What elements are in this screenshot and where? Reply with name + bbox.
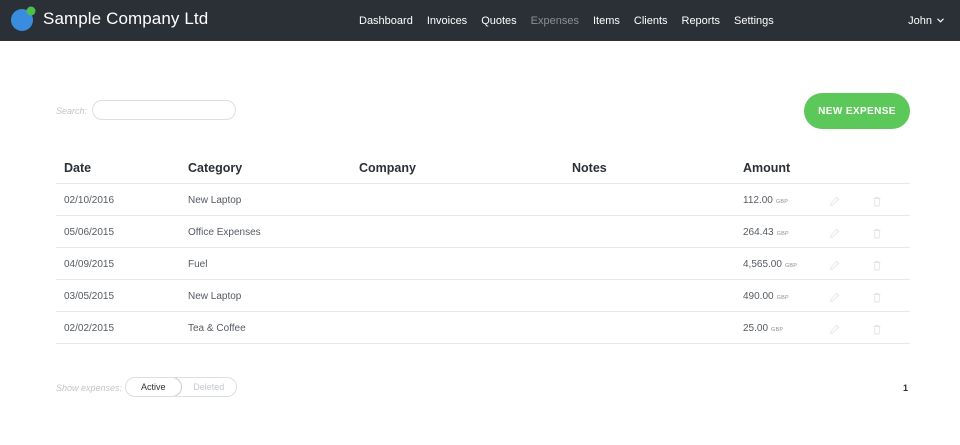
toggle-deleted[interactable]: Deleted <box>182 378 237 396</box>
cell-amount: 4,565.00 GBP <box>743 259 797 270</box>
show-expenses-label: Show expenses: <box>56 383 123 393</box>
search-input[interactable] <box>92 100 236 120</box>
nav-reports[interactable]: Reports <box>682 15 721 27</box>
currency-code: GBP <box>775 199 789 205</box>
expenses-table: Date Category Company Notes Amount 02/10… <box>56 152 910 344</box>
table-row[interactable]: 03/05/2015 New Laptop 490.00 GBP <box>56 280 910 312</box>
table-row[interactable]: 04/09/2015 Fuel 4,565.00 GBP <box>56 248 910 280</box>
nav-quotes[interactable]: Quotes <box>481 15 516 27</box>
nav-invoices[interactable]: Invoices <box>427 15 467 27</box>
pencil-icon[interactable] <box>829 322 840 340</box>
cell-date: 04/09/2015 <box>64 259 115 270</box>
trash-icon[interactable] <box>872 226 882 244</box>
top-navbar: Sample Company Ltd Dashboard Invoices Qu… <box>0 0 960 41</box>
currency-code: GBP <box>771 327 784 333</box>
cell-amount: 264.43 GBP <box>743 227 789 238</box>
header-company[interactable]: Company <box>359 161 416 175</box>
header-category[interactable]: Category <box>188 161 242 175</box>
amount-value: 112.00 <box>743 195 773 206</box>
amount-value: 4,565.00 <box>743 259 782 270</box>
currency-code: GBP <box>776 295 789 301</box>
main-nav: Dashboard Invoices Quotes Expenses Items… <box>359 0 788 41</box>
logo-icon <box>10 6 36 32</box>
user-name: John <box>908 14 932 27</box>
nav-dashboard[interactable]: Dashboard <box>359 15 413 27</box>
trash-icon[interactable] <box>872 290 882 308</box>
nav-clients[interactable]: Clients <box>634 15 668 27</box>
nav-expenses[interactable]: Expenses <box>531 15 579 27</box>
pencil-icon[interactable] <box>829 258 840 276</box>
cell-amount: 25.00 GBP <box>743 323 783 334</box>
nav-settings[interactable]: Settings <box>734 15 774 27</box>
cell-category: Office Expenses <box>188 227 261 238</box>
toggle-active[interactable]: Active <box>126 378 182 396</box>
pencil-icon[interactable] <box>829 290 840 308</box>
pencil-icon[interactable] <box>829 194 840 212</box>
cell-amount: 490.00 GBP <box>743 291 789 302</box>
user-menu[interactable]: John <box>908 0 944 41</box>
table-row[interactable]: 02/02/2015 Tea & Coffee 25.00 GBP <box>56 312 910 344</box>
chevron-down-icon <box>937 18 944 23</box>
cell-category: Fuel <box>188 259 208 270</box>
table-row[interactable]: 05/06/2015 Office Expenses 264.43 GBP <box>56 216 910 248</box>
trash-icon[interactable] <box>872 194 882 212</box>
expense-status-toggle: Active Deleted <box>125 377 237 397</box>
amount-value: 25.00 <box>743 323 769 334</box>
company-name: Sample Company Ltd <box>43 9 209 28</box>
table-row[interactable]: 02/10/2016 New Laptop 112.00 GBP <box>56 184 910 216</box>
trash-icon[interactable] <box>872 322 882 340</box>
cell-date: 03/05/2015 <box>64 291 115 302</box>
amount-value: 490.00 <box>743 291 774 302</box>
header-notes[interactable]: Notes <box>572 161 607 175</box>
header-amount[interactable]: Amount <box>743 161 790 175</box>
new-expense-button[interactable]: NEW EXPENSE <box>804 93 910 129</box>
header-date[interactable]: Date <box>64 161 91 175</box>
trash-icon[interactable] <box>872 258 882 276</box>
cell-date: 05/06/2015 <box>64 227 115 238</box>
brand[interactable]: Sample Company Ltd <box>10 6 208 32</box>
cell-date: 02/10/2016 <box>64 195 115 206</box>
table-header: Date Category Company Notes Amount <box>56 152 910 184</box>
nav-items[interactable]: Items <box>593 15 620 27</box>
pencil-icon[interactable] <box>829 226 840 244</box>
cell-amount: 112.00 GBP <box>743 195 788 206</box>
cell-category: New Laptop <box>188 195 242 206</box>
cell-category: New Laptop <box>188 291 242 302</box>
cell-category: Tea & Coffee <box>188 323 246 334</box>
amount-value: 264.43 <box>743 227 774 238</box>
cell-date: 02/02/2015 <box>64 323 115 334</box>
pagination-page[interactable]: 1 <box>903 383 908 393</box>
currency-code: GBP <box>784 263 798 269</box>
search-label: Search: <box>56 106 88 116</box>
currency-code: GBP <box>776 231 789 237</box>
